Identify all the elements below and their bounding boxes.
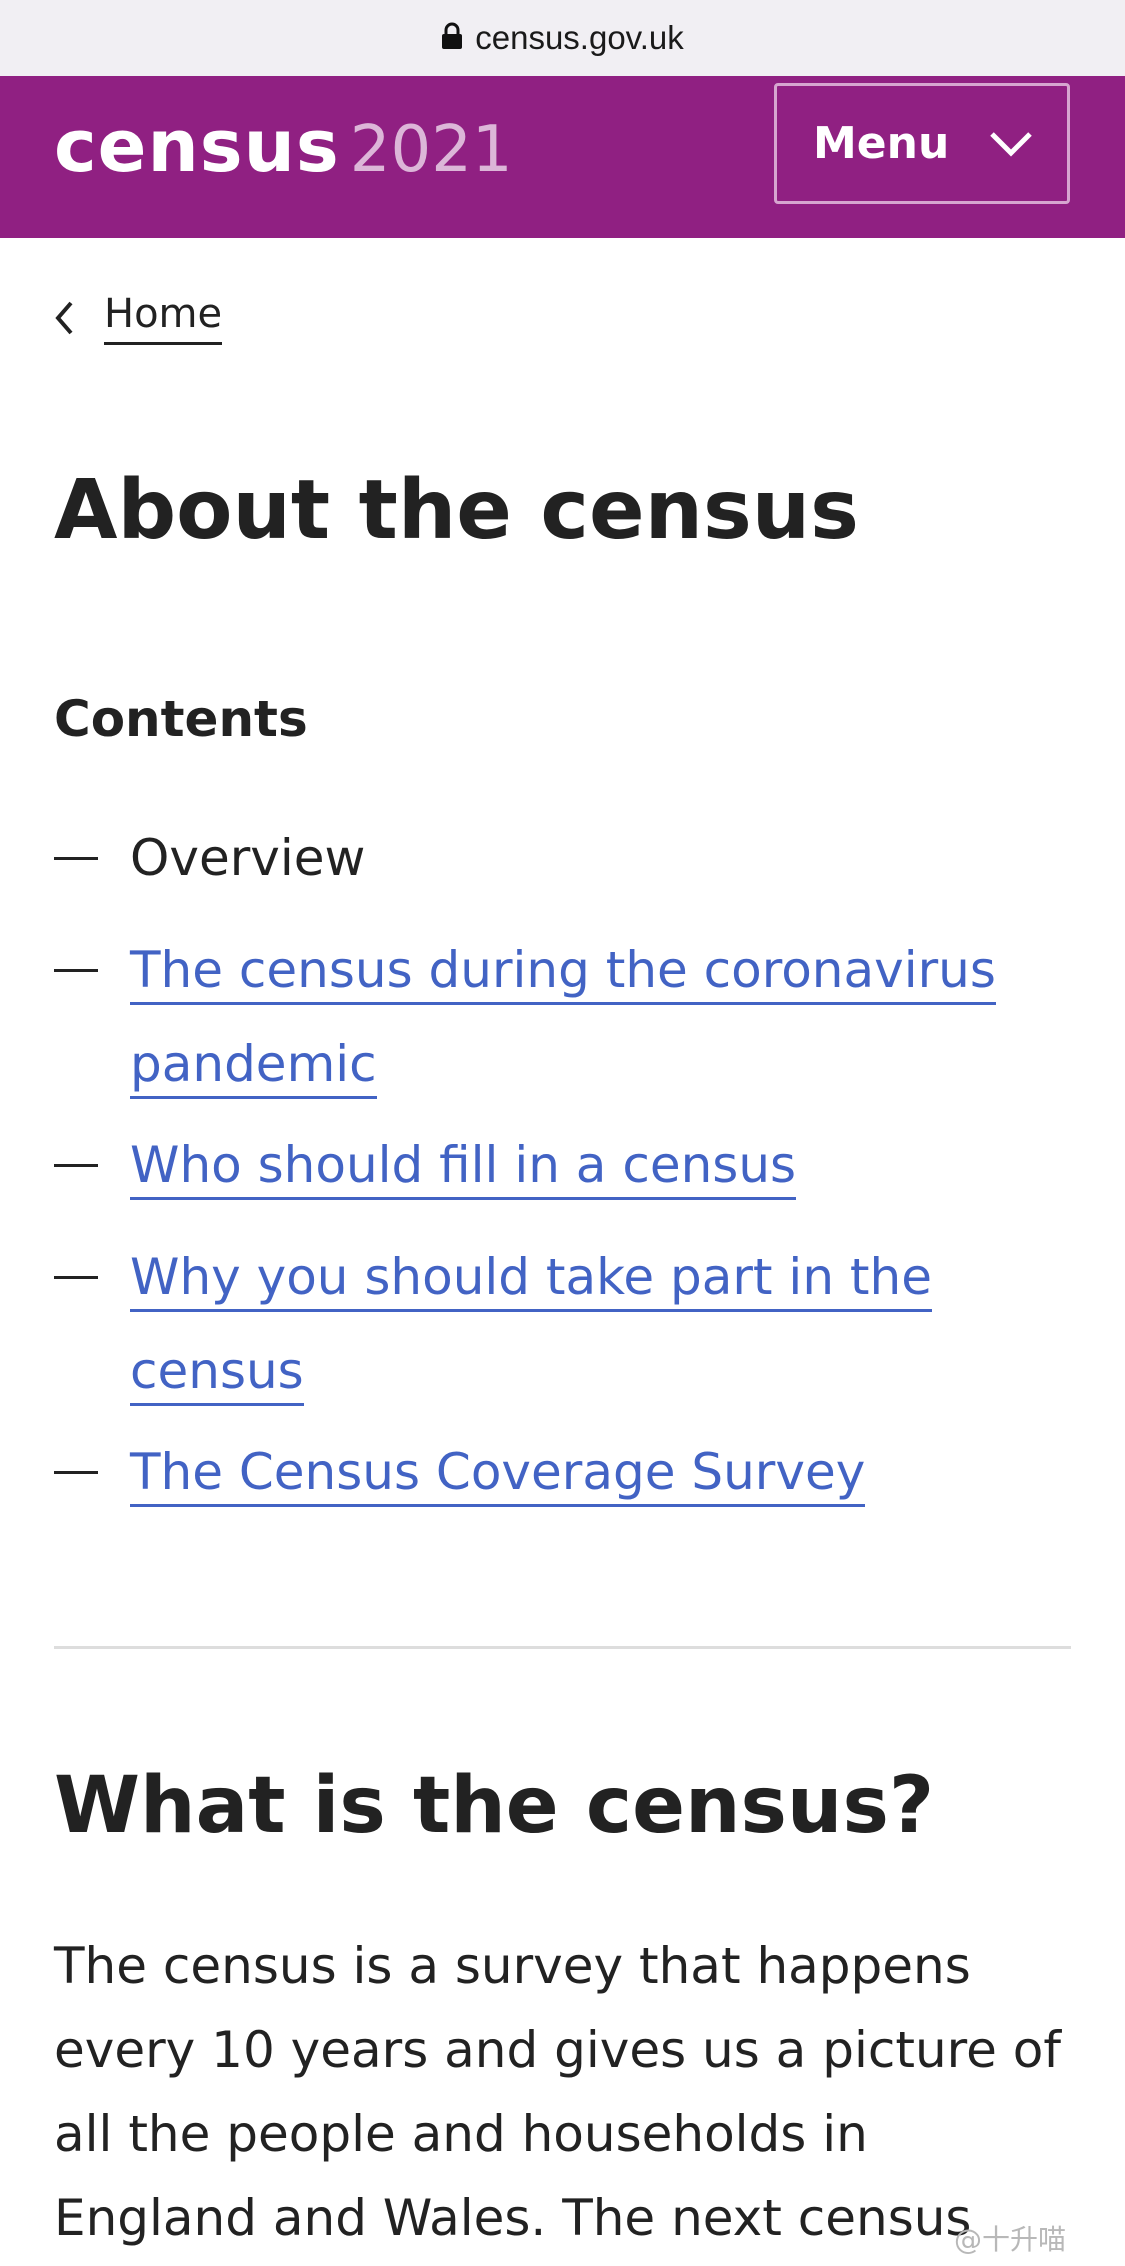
toc-dash — [54, 857, 98, 860]
toc-link-line: Why you should take part in the — [130, 1245, 932, 1312]
toc-dash — [54, 1276, 98, 1279]
toc-link-who-should-fill[interactable]: Who should fill in a census — [130, 1123, 797, 1207]
breadcrumb-home-link[interactable]: Home — [104, 290, 223, 345]
section-body: The census is a survey that happens ever… — [54, 1924, 1061, 2260]
body-line: The census is a survey that happens — [54, 1937, 971, 1995]
toc-text-line: Overview — [130, 829, 366, 887]
menu-button[interactable]: Menu — [774, 83, 1070, 204]
site-header: census 2021 Menu — [0, 76, 1125, 238]
toc-dash — [54, 1471, 98, 1474]
toc-label: Overview — [130, 816, 365, 900]
toc-link-coronavirus[interactable]: The census during the coronavirus pandem… — [130, 928, 996, 1106]
toc-link-why-take-part[interactable]: Why you should take part in the census — [130, 1235, 932, 1413]
chevron-down-icon — [990, 132, 1032, 157]
toc-link-line: census — [130, 1339, 304, 1406]
menu-label: Menu — [813, 118, 950, 169]
page-title: About the census — [54, 463, 859, 558]
census-logo[interactable]: census 2021 — [54, 104, 513, 204]
logo-word: census — [54, 104, 340, 188]
toc-link-line: The census during the coronavirus — [130, 938, 996, 1005]
section-divider — [54, 1646, 1071, 1649]
chevron-left-icon — [55, 301, 73, 334]
logo-year: 2021 — [349, 113, 513, 187]
page: census.gov.uk census 2021 Menu Home Abou… — [0, 0, 1125, 2266]
toc-link-line: The Census Coverage Survey — [130, 1440, 866, 1507]
toc-dash — [54, 969, 98, 972]
toc-link-line: pandemic — [130, 1032, 377, 1099]
url-text: census.gov.uk — [475, 19, 684, 56]
body-line: all the people and households in — [54, 2105, 868, 2163]
watermark: @十升喵 — [954, 2223, 1067, 2256]
toc-link-coverage-survey[interactable]: The Census Coverage Survey — [130, 1430, 866, 1514]
url-display: census.gov.uk — [441, 19, 684, 57]
toc-link-line: Who should fill in a census — [130, 1133, 797, 1200]
breadcrumb: Home — [54, 290, 223, 345]
toc-dash — [54, 1164, 98, 1167]
lock-icon — [442, 22, 463, 49]
body-line: England and Wales. The next census — [54, 2189, 972, 2247]
section-heading: What is the census? — [54, 1761, 935, 1851]
contents-heading: Contents — [54, 690, 308, 748]
browser-url-bar[interactable]: census.gov.uk — [0, 0, 1125, 76]
body-line: every 10 years and gives us a picture of — [54, 2021, 1061, 2079]
